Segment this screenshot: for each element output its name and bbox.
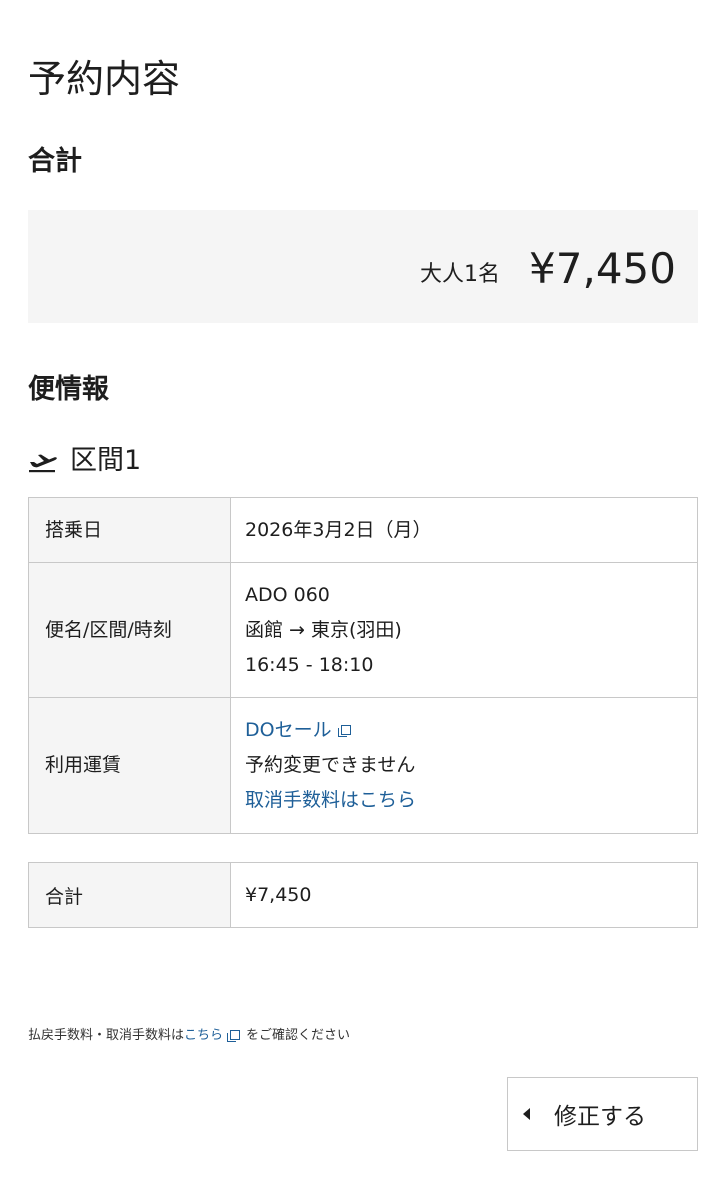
flight-number: ADO 060 bbox=[245, 583, 330, 606]
flight-time: 16:45 - 18:10 bbox=[245, 653, 374, 676]
flight-detail-cell: ADO 060 函館 → 東京(羽田) 16:45 - 18:10 bbox=[230, 562, 698, 698]
fare-cell: DOセール 予約変更できません 取消手数料はこちら bbox=[230, 697, 698, 834]
fare-name[interactable]: DOセール bbox=[245, 719, 332, 741]
summary-label: 合計 bbox=[28, 862, 231, 928]
flight-route: 函館 → 東京(羽田) bbox=[245, 618, 402, 641]
cancel-fee-link[interactable]: 取消手数料はこちら bbox=[245, 783, 697, 818]
fare-name-link[interactable]: DOセール bbox=[245, 713, 697, 748]
footnote-suffix: をご確認ください bbox=[246, 1028, 351, 1043]
airplane-takeoff-icon bbox=[28, 449, 58, 473]
table-row: 合計 ¥7,450 bbox=[28, 862, 698, 928]
segment-label: 区間1 bbox=[70, 445, 142, 476]
reservation-details-page: 予約内容 合計 大人1名 ¥7,450 便情報 区間1 搭乗日 2026年3月2… bbox=[0, 0, 726, 1200]
flight-info-table: 搭乗日 2026年3月2日（月） 便名/区間/時刻 ADO 060 函館 → 東… bbox=[28, 497, 698, 834]
flight-detail-label: 便名/区間/時刻 bbox=[28, 562, 231, 698]
external-link-icon bbox=[227, 1030, 241, 1042]
table-row: 搭乗日 2026年3月2日（月） bbox=[28, 497, 698, 563]
summary-value: ¥7,450 bbox=[230, 862, 698, 928]
segment-heading: 区間1 bbox=[28, 442, 141, 480]
edit-button[interactable]: 修正する bbox=[507, 1077, 698, 1151]
flight-info-heading: 便情報 bbox=[28, 374, 109, 405]
fare-note: 予約変更できません bbox=[245, 754, 416, 776]
fare-label: 利用運賃 bbox=[28, 697, 231, 834]
total-summary-box: 大人1名 ¥7,450 bbox=[28, 210, 698, 323]
boarding-date-value: 2026年3月2日（月） bbox=[230, 497, 698, 563]
page-title: 予約内容 bbox=[28, 57, 181, 101]
triangle-left-icon bbox=[523, 1108, 530, 1120]
total-amount: ¥7,450 bbox=[529, 244, 676, 293]
footnote-link[interactable]: こちら bbox=[184, 1028, 223, 1043]
footnote-prefix: 払戻手数料・取消手数料は bbox=[28, 1028, 185, 1043]
external-link-icon bbox=[337, 724, 351, 737]
boarding-date-label: 搭乗日 bbox=[28, 497, 231, 563]
summary-table: 合計 ¥7,450 bbox=[28, 862, 698, 928]
edit-button-label: 修正する bbox=[554, 1104, 646, 1130]
total-heading: 合計 bbox=[28, 146, 82, 177]
passenger-count: 大人1名 bbox=[420, 262, 500, 287]
fee-footnote: 払戻手数料・取消手数料はこちら をご確認ください bbox=[28, 1026, 350, 1046]
table-row: 利用運賃 DOセール 予約変更できません 取消手数料はこちら bbox=[28, 697, 698, 834]
table-row: 便名/区間/時刻 ADO 060 函館 → 東京(羽田) 16:45 - 18:… bbox=[28, 562, 698, 698]
